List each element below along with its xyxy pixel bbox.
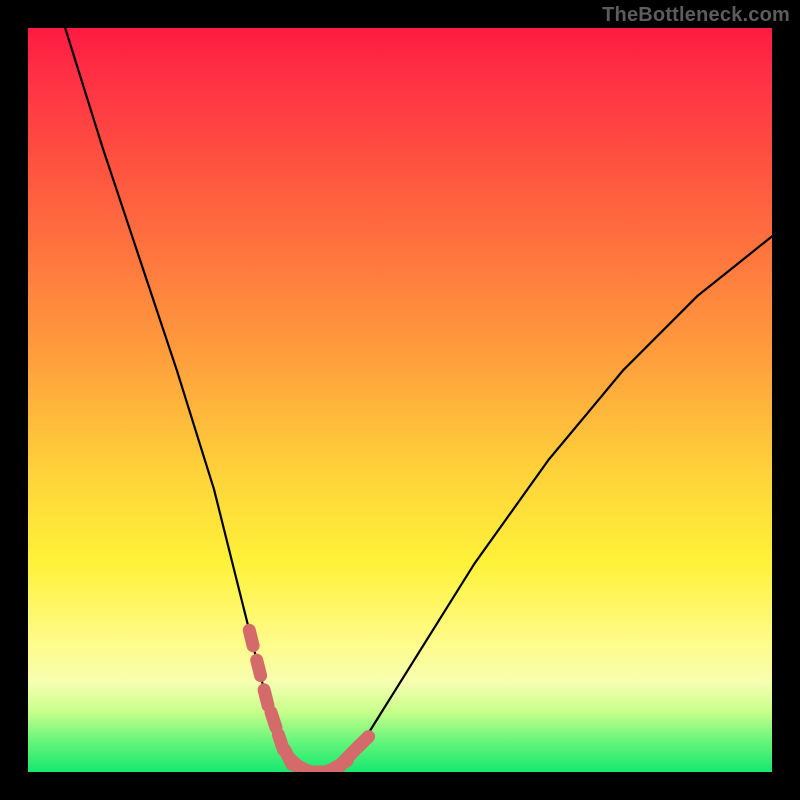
highlight-marker — [264, 690, 268, 706]
curve-layer — [28, 28, 772, 772]
plot-area — [28, 28, 772, 772]
highlight-marker — [357, 737, 368, 748]
highlight-markers — [249, 630, 368, 772]
highlight-marker — [257, 660, 261, 676]
bottleneck-curve — [65, 28, 772, 772]
watermark-text: TheBottleneck.com — [602, 4, 790, 27]
highlight-marker — [249, 630, 253, 646]
chart-frame: TheBottleneck.com — [0, 0, 800, 800]
highlight-marker — [271, 712, 276, 727]
